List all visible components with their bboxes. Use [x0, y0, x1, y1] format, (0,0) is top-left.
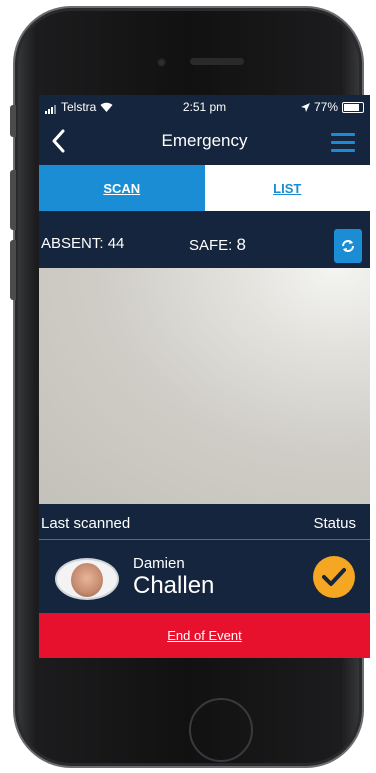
tab-scan[interactable]: SCAN	[39, 165, 205, 211]
safe-label: SAFE:	[189, 237, 233, 254]
last-scanned-header: Last scanned Status	[39, 504, 370, 540]
mute-switch	[10, 105, 16, 137]
absent-count: ABSENT: 44	[41, 235, 124, 252]
safe-count: SAFE: 8	[189, 235, 246, 255]
last-scanned-label: Last scanned	[41, 515, 131, 532]
tab-list[interactable]: LIST	[204, 165, 370, 211]
status-label: Status	[313, 515, 356, 532]
end-of-event-button[interactable]: End of Event	[39, 613, 370, 658]
hamburger-menu-icon[interactable]	[331, 133, 355, 157]
absent-label: ABSENT:	[41, 235, 104, 252]
volume-up-button	[10, 170, 16, 230]
status-bar: Telstra 2:51 pm 77%	[39, 95, 370, 119]
person-first-name: Damien	[133, 555, 185, 572]
tab-bar: SCAN LIST	[39, 165, 370, 211]
refresh-icon	[342, 240, 354, 252]
last-scanned-person: Damien Challen	[39, 541, 370, 613]
camera-scanner-view[interactable]	[39, 268, 370, 504]
safe-value: 8	[236, 235, 246, 254]
attendance-counts: ABSENT: 44 SAFE: 8	[39, 221, 370, 263]
person-last-name: Challen	[133, 572, 215, 599]
battery-percent: 77%	[313, 100, 338, 114]
page-title: Emergency	[161, 131, 248, 150]
refresh-button[interactable]	[334, 229, 362, 263]
front-camera	[157, 58, 166, 67]
avatar	[55, 558, 119, 600]
app-screen: Telstra 2:51 pm 77% Emergency SCAN LIST …	[39, 95, 370, 658]
absent-value: 44	[107, 235, 125, 252]
earpiece-speaker	[190, 58, 244, 65]
navigation-bar: Emergency	[39, 119, 370, 163]
home-button[interactable]	[189, 698, 253, 762]
checkmark-icon	[313, 556, 355, 598]
location-icon	[300, 102, 310, 112]
battery-icon	[342, 101, 364, 113]
volume-down-button	[10, 240, 16, 300]
